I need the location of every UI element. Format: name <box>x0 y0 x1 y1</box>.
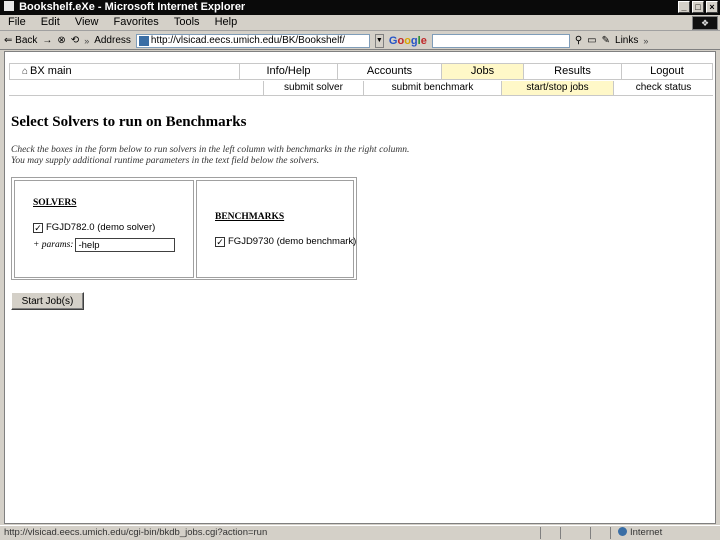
subnav-check-status[interactable]: check status <box>613 81 713 95</box>
menu-file[interactable]: File <box>0 15 32 30</box>
start-jobs-button[interactable]: Start Job(s) <box>11 292 84 310</box>
menu-help[interactable]: Help <box>209 15 244 30</box>
solver-label: FGJD782.0 (demo solver) <box>46 222 156 233</box>
menu-tools[interactable]: Tools <box>168 15 206 30</box>
security-zone: Internet <box>618 526 662 540</box>
nav-bx-main[interactable]: ⌂ BX main <box>10 64 240 79</box>
solver-checkbox[interactable]: ✓ <box>33 222 43 233</box>
page-icon <box>138 35 149 46</box>
nav-jobs[interactable]: Jobs <box>442 64 524 79</box>
solvers-header: SOLVERS <box>33 198 77 208</box>
refresh-button[interactable]: ⟲ <box>71 34 79 48</box>
nav-info-help[interactable]: Info/Help <box>240 64 338 79</box>
nav-results[interactable]: Results <box>524 64 622 79</box>
subnav-submit-benchmark[interactable]: submit benchmark <box>363 81 501 95</box>
address-dropdown[interactable]: ▼ <box>374 33 384 48</box>
windows-logo-icon: ❖ <box>692 16 718 30</box>
address-toolbar: ⇐ Back → ⊗ ⟲ » Address http://vlsicad.ee… <box>0 32 720 50</box>
window-controls: _ □ × <box>678 1 718 13</box>
google-search-input[interactable] <box>431 33 570 48</box>
back-button[interactable]: ⇐ Back <box>4 34 37 48</box>
menu-favorites[interactable]: Favorites <box>108 15 165 30</box>
status-divider <box>610 527 611 539</box>
forward-button[interactable]: → <box>42 34 52 48</box>
subnav-submit-solver[interactable]: submit solver <box>263 81 363 95</box>
ie-logo-icon <box>4 1 14 11</box>
page-title: Select Solvers to run on Benchmarks <box>11 114 247 130</box>
toolbar-overflow-chevron[interactable]: » <box>84 34 89 48</box>
links-chevron-icon[interactable]: » <box>643 36 648 46</box>
benchmark-row: ✓ FGJD9730 (demo benchmark) <box>215 236 356 247</box>
solver-params-row: + params: <box>33 238 176 252</box>
instruction-line: You may supply additional runtime parame… <box>11 156 320 166</box>
menu-edit[interactable]: Edit <box>35 15 66 30</box>
status-divider <box>540 527 541 539</box>
folder-icon[interactable]: ▭ <box>587 34 596 48</box>
benchmarks-column: BENCHMARKS ✓ FGJD9730 (demo benchmark) <box>196 180 356 278</box>
address-value: http://vlsicad.eecs.umich.edu/BK/Bookshe… <box>150 35 345 46</box>
benchmark-checkbox[interactable]: ✓ <box>215 236 225 247</box>
menu-view[interactable]: View <box>69 15 105 30</box>
globe-icon <box>618 527 627 536</box>
benchmark-label: FGJD9730 (demo benchmark) <box>228 236 357 247</box>
solver-row: ✓ FGJD782.0 (demo solver) <box>33 222 155 233</box>
home-icon: ⌂ <box>22 66 29 77</box>
nav-accounts[interactable]: Accounts <box>338 64 442 79</box>
status-text: http://vlsicad.eecs.umich.edu/cgi-bin/bk… <box>4 527 268 538</box>
links-button[interactable]: Links <box>615 35 638 46</box>
benchmarks-header: BENCHMARKS <box>215 212 285 222</box>
binoculars-icon[interactable]: ⚲ <box>575 34 582 48</box>
params-label: + params: <box>33 240 74 250</box>
params-input[interactable] <box>75 238 176 252</box>
solvers-column: SOLVERS ✓ FGJD782.0 (demo solver) + para… <box>14 180 194 278</box>
back-label: Back <box>15 34 38 46</box>
instruction-line: Check the boxes in the form below to run… <box>11 145 410 155</box>
subnav-start-stop-jobs[interactable]: start/stop jobs <box>501 81 613 95</box>
window-title: Bookshelf.eXe - Microsoft Internet Explo… <box>19 1 246 13</box>
zone-label: Internet <box>630 527 663 538</box>
page-viewport: ⌂ BX main Info/Help Accounts Jobs Results… <box>4 51 716 524</box>
status-bar: http://vlsicad.eecs.umich.edu/cgi-bin/bk… <box>0 525 720 540</box>
instructions: Check the boxes in the form below to run… <box>11 145 409 167</box>
nav-bx-main-label: BX main <box>30 65 72 77</box>
status-divider <box>560 527 561 539</box>
status-divider <box>590 527 591 539</box>
primary-nav: ⌂ BX main Info/Help Accounts Jobs Results… <box>9 63 713 80</box>
menu-bar: File Edit View Favorites Tools Help ❖ <box>0 15 720 31</box>
minimize-button[interactable]: _ <box>678 1 690 13</box>
stop-button[interactable]: ⊗ <box>57 34 65 48</box>
maximize-button[interactable]: □ <box>692 1 704 13</box>
address-field[interactable]: http://vlsicad.eecs.umich.edu/BK/Bookshe… <box>135 33 370 48</box>
secondary-nav: submit solver submit benchmark start/sto… <box>9 81 713 96</box>
google-toolbar-logo[interactable]: Google <box>389 35 427 47</box>
nav-logout[interactable]: Logout <box>622 64 712 79</box>
address-label: Address <box>94 35 131 46</box>
window-title-bar: Bookshelf.eXe - Microsoft Internet Explo… <box>0 0 720 15</box>
pencil-icon[interactable]: ✎ <box>602 34 610 48</box>
close-button[interactable]: × <box>706 1 718 13</box>
job-form: SOLVERS ✓ FGJD782.0 (demo solver) + para… <box>11 177 357 280</box>
